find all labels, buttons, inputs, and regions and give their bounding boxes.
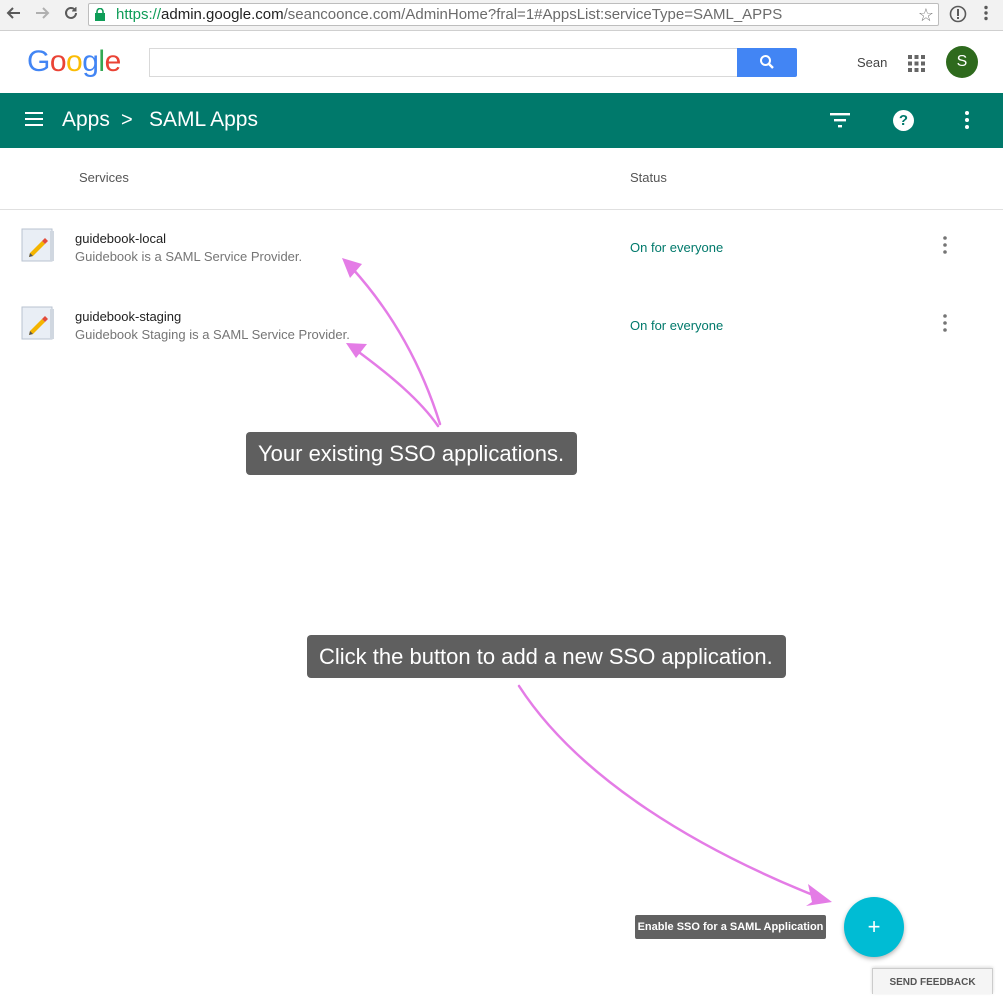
avatar[interactable]: S bbox=[946, 46, 978, 78]
logo-letter: o bbox=[49, 45, 67, 78]
fab-tooltip: Enable SSO for a SAML Application bbox=[635, 915, 826, 939]
table-row[interactable]: guidebook-staging Guidebook Staging is a… bbox=[0, 287, 1003, 365]
app-description: Guidebook Staging is a SAML Service Prov… bbox=[75, 327, 350, 342]
table-header: Services Status bbox=[0, 148, 1003, 210]
column-header-services[interactable]: Services bbox=[79, 170, 129, 185]
app-description: Guidebook is a SAML Service Provider. bbox=[75, 249, 303, 264]
logo-letter: e bbox=[104, 45, 122, 78]
logo-letter: G bbox=[27, 45, 50, 78]
forward-arrow-icon[interactable] bbox=[32, 5, 52, 25]
more-vert-icon[interactable] bbox=[962, 110, 972, 130]
search-input[interactable] bbox=[149, 48, 738, 77]
page-title: SAML Apps bbox=[149, 108, 258, 131]
google-logo[interactable]: Google bbox=[27, 45, 121, 79]
info-icon[interactable] bbox=[948, 5, 968, 25]
hamburger-menu-icon[interactable] bbox=[25, 112, 43, 126]
arrow-to-add-button bbox=[517, 684, 820, 899]
table-row[interactable]: guidebook-local Guidebook is a SAML Serv… bbox=[0, 209, 1003, 287]
browser-menu-icon[interactable] bbox=[976, 5, 996, 25]
app-notepad-icon bbox=[21, 306, 54, 340]
more-vert-icon[interactable] bbox=[940, 313, 950, 333]
callout-add-button: Click the button to add a new SSO applic… bbox=[307, 635, 786, 678]
app-bar: Apps > SAML Apps ? bbox=[0, 93, 1003, 148]
app-name[interactable]: guidebook-staging bbox=[75, 309, 181, 324]
url-text: https://admin.google.com/seancoonce.com/… bbox=[116, 6, 783, 23]
apps-grid-icon[interactable] bbox=[908, 55, 925, 72]
chevron-right-icon: > bbox=[121, 109, 133, 131]
back-arrow-icon[interactable] bbox=[4, 5, 24, 25]
add-saml-app-button[interactable]: + bbox=[844, 897, 904, 957]
help-icon[interactable]: ? bbox=[893, 110, 914, 131]
send-feedback-button[interactable]: SEND FEEDBACK bbox=[872, 968, 993, 994]
google-header: Google Sean S bbox=[0, 31, 1003, 93]
logo-letter: g bbox=[82, 45, 99, 78]
callout-existing-apps: Your existing SSO applications. bbox=[246, 432, 578, 475]
browser-toolbar: https://admin.google.com/seancoonce.com/… bbox=[0, 0, 1003, 31]
search-icon bbox=[760, 55, 774, 69]
address-bar[interactable]: https://admin.google.com/seancoonce.com/… bbox=[88, 3, 939, 26]
logo-letter: o bbox=[66, 45, 83, 78]
reload-icon[interactable] bbox=[61, 5, 81, 25]
bookmark-star-icon[interactable]: ☆ bbox=[918, 5, 934, 25]
user-name: Sean bbox=[857, 55, 888, 70]
breadcrumb-apps[interactable]: Apps bbox=[62, 107, 110, 133]
app-notepad-icon bbox=[21, 228, 54, 262]
status-badge[interactable]: On for everyone bbox=[630, 240, 723, 255]
app-name[interactable]: guidebook-local bbox=[75, 231, 166, 246]
more-vert-icon[interactable] bbox=[940, 235, 950, 255]
filter-icon[interactable] bbox=[830, 112, 850, 128]
search-button[interactable] bbox=[737, 48, 797, 77]
column-header-status[interactable]: Status bbox=[630, 170, 667, 185]
lock-icon bbox=[95, 8, 105, 21]
status-badge[interactable]: On for everyone bbox=[630, 318, 723, 333]
